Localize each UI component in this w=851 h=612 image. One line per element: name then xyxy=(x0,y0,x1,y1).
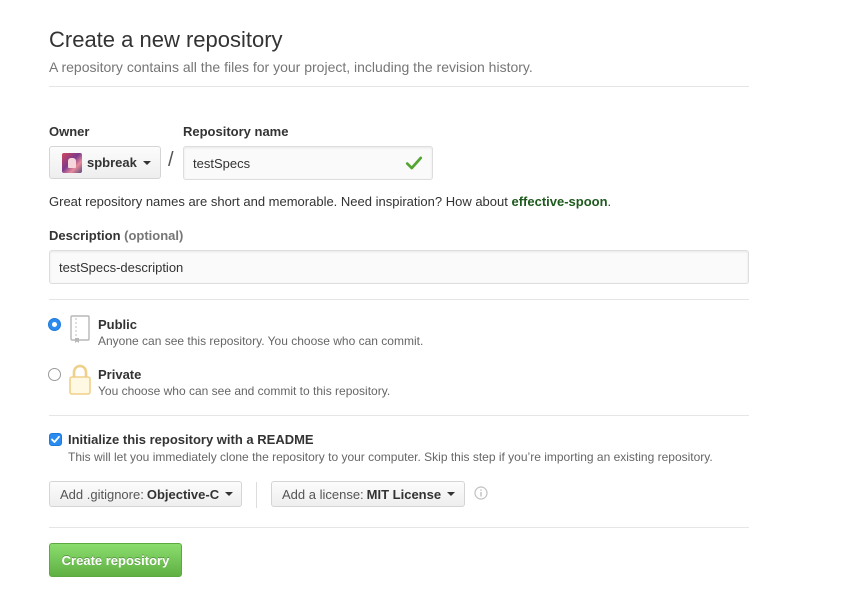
lock-icon xyxy=(69,364,91,395)
caret-down-icon xyxy=(142,160,151,165)
avatar xyxy=(62,152,82,173)
description-label-text: Description xyxy=(49,228,121,243)
gitignore-value: Objective-C xyxy=(146,486,220,502)
private-option-title: Private xyxy=(98,367,142,382)
readme-label[interactable]: Initialize this repository with a README xyxy=(68,432,314,447)
description-input[interactable] xyxy=(49,250,749,284)
optional-tag: (optional) xyxy=(124,228,184,243)
gitignore-select-button[interactable]: Add .gitignore: Objective-C xyxy=(49,481,242,507)
name-suggestion-link[interactable]: effective-spoon xyxy=(511,194,607,209)
vertical-divider xyxy=(256,482,257,508)
owner-name: spbreak xyxy=(87,155,137,170)
check-icon xyxy=(405,156,423,170)
readme-checkbox[interactable] xyxy=(49,433,62,446)
caret-down-icon xyxy=(225,492,234,496)
license-value: MIT License xyxy=(366,486,442,502)
divider xyxy=(49,86,749,87)
name-hint-suffix: . xyxy=(607,194,612,209)
repo-name-label: Repository name xyxy=(183,124,289,139)
divider xyxy=(49,299,749,300)
page-title: Create a new repository xyxy=(49,27,283,52)
owner-label: Owner xyxy=(49,124,90,139)
divider xyxy=(49,415,749,416)
create-repository-button[interactable]: Create repository xyxy=(49,543,182,577)
gitignore-prefix: Add .gitignore: xyxy=(60,486,144,502)
checkmark-icon xyxy=(51,435,60,443)
license-select-button[interactable]: Add a license: MIT License xyxy=(271,481,465,507)
owner-repo-separator: / xyxy=(168,149,174,171)
private-radio[interactable] xyxy=(48,368,61,381)
divider xyxy=(49,527,749,528)
info-icon[interactable] xyxy=(474,486,488,500)
public-option-description: Anyone can see this repository. You choo… xyxy=(98,334,424,348)
name-hint-text: Great repository names are short and mem… xyxy=(49,194,512,209)
public-option-title: Public xyxy=(98,317,138,332)
caret-down-icon xyxy=(447,492,456,496)
page-subtitle: A repository contains all the files for … xyxy=(49,59,533,75)
book-icon xyxy=(70,315,90,343)
public-radio[interactable] xyxy=(48,318,61,331)
create-repository-page: Create a new repository A repository con… xyxy=(0,0,851,612)
name-hint: Great repository names are short and mem… xyxy=(49,194,611,209)
private-option-description: You choose who can see and commit to thi… xyxy=(98,384,391,398)
owner-select-button[interactable]: spbreak xyxy=(49,146,161,179)
repository-name-input[interactable] xyxy=(183,146,433,180)
readme-description: This will let you immediately clone the … xyxy=(68,450,713,464)
license-prefix: Add a license: xyxy=(282,486,364,502)
description-label: Description (optional) xyxy=(49,228,183,243)
